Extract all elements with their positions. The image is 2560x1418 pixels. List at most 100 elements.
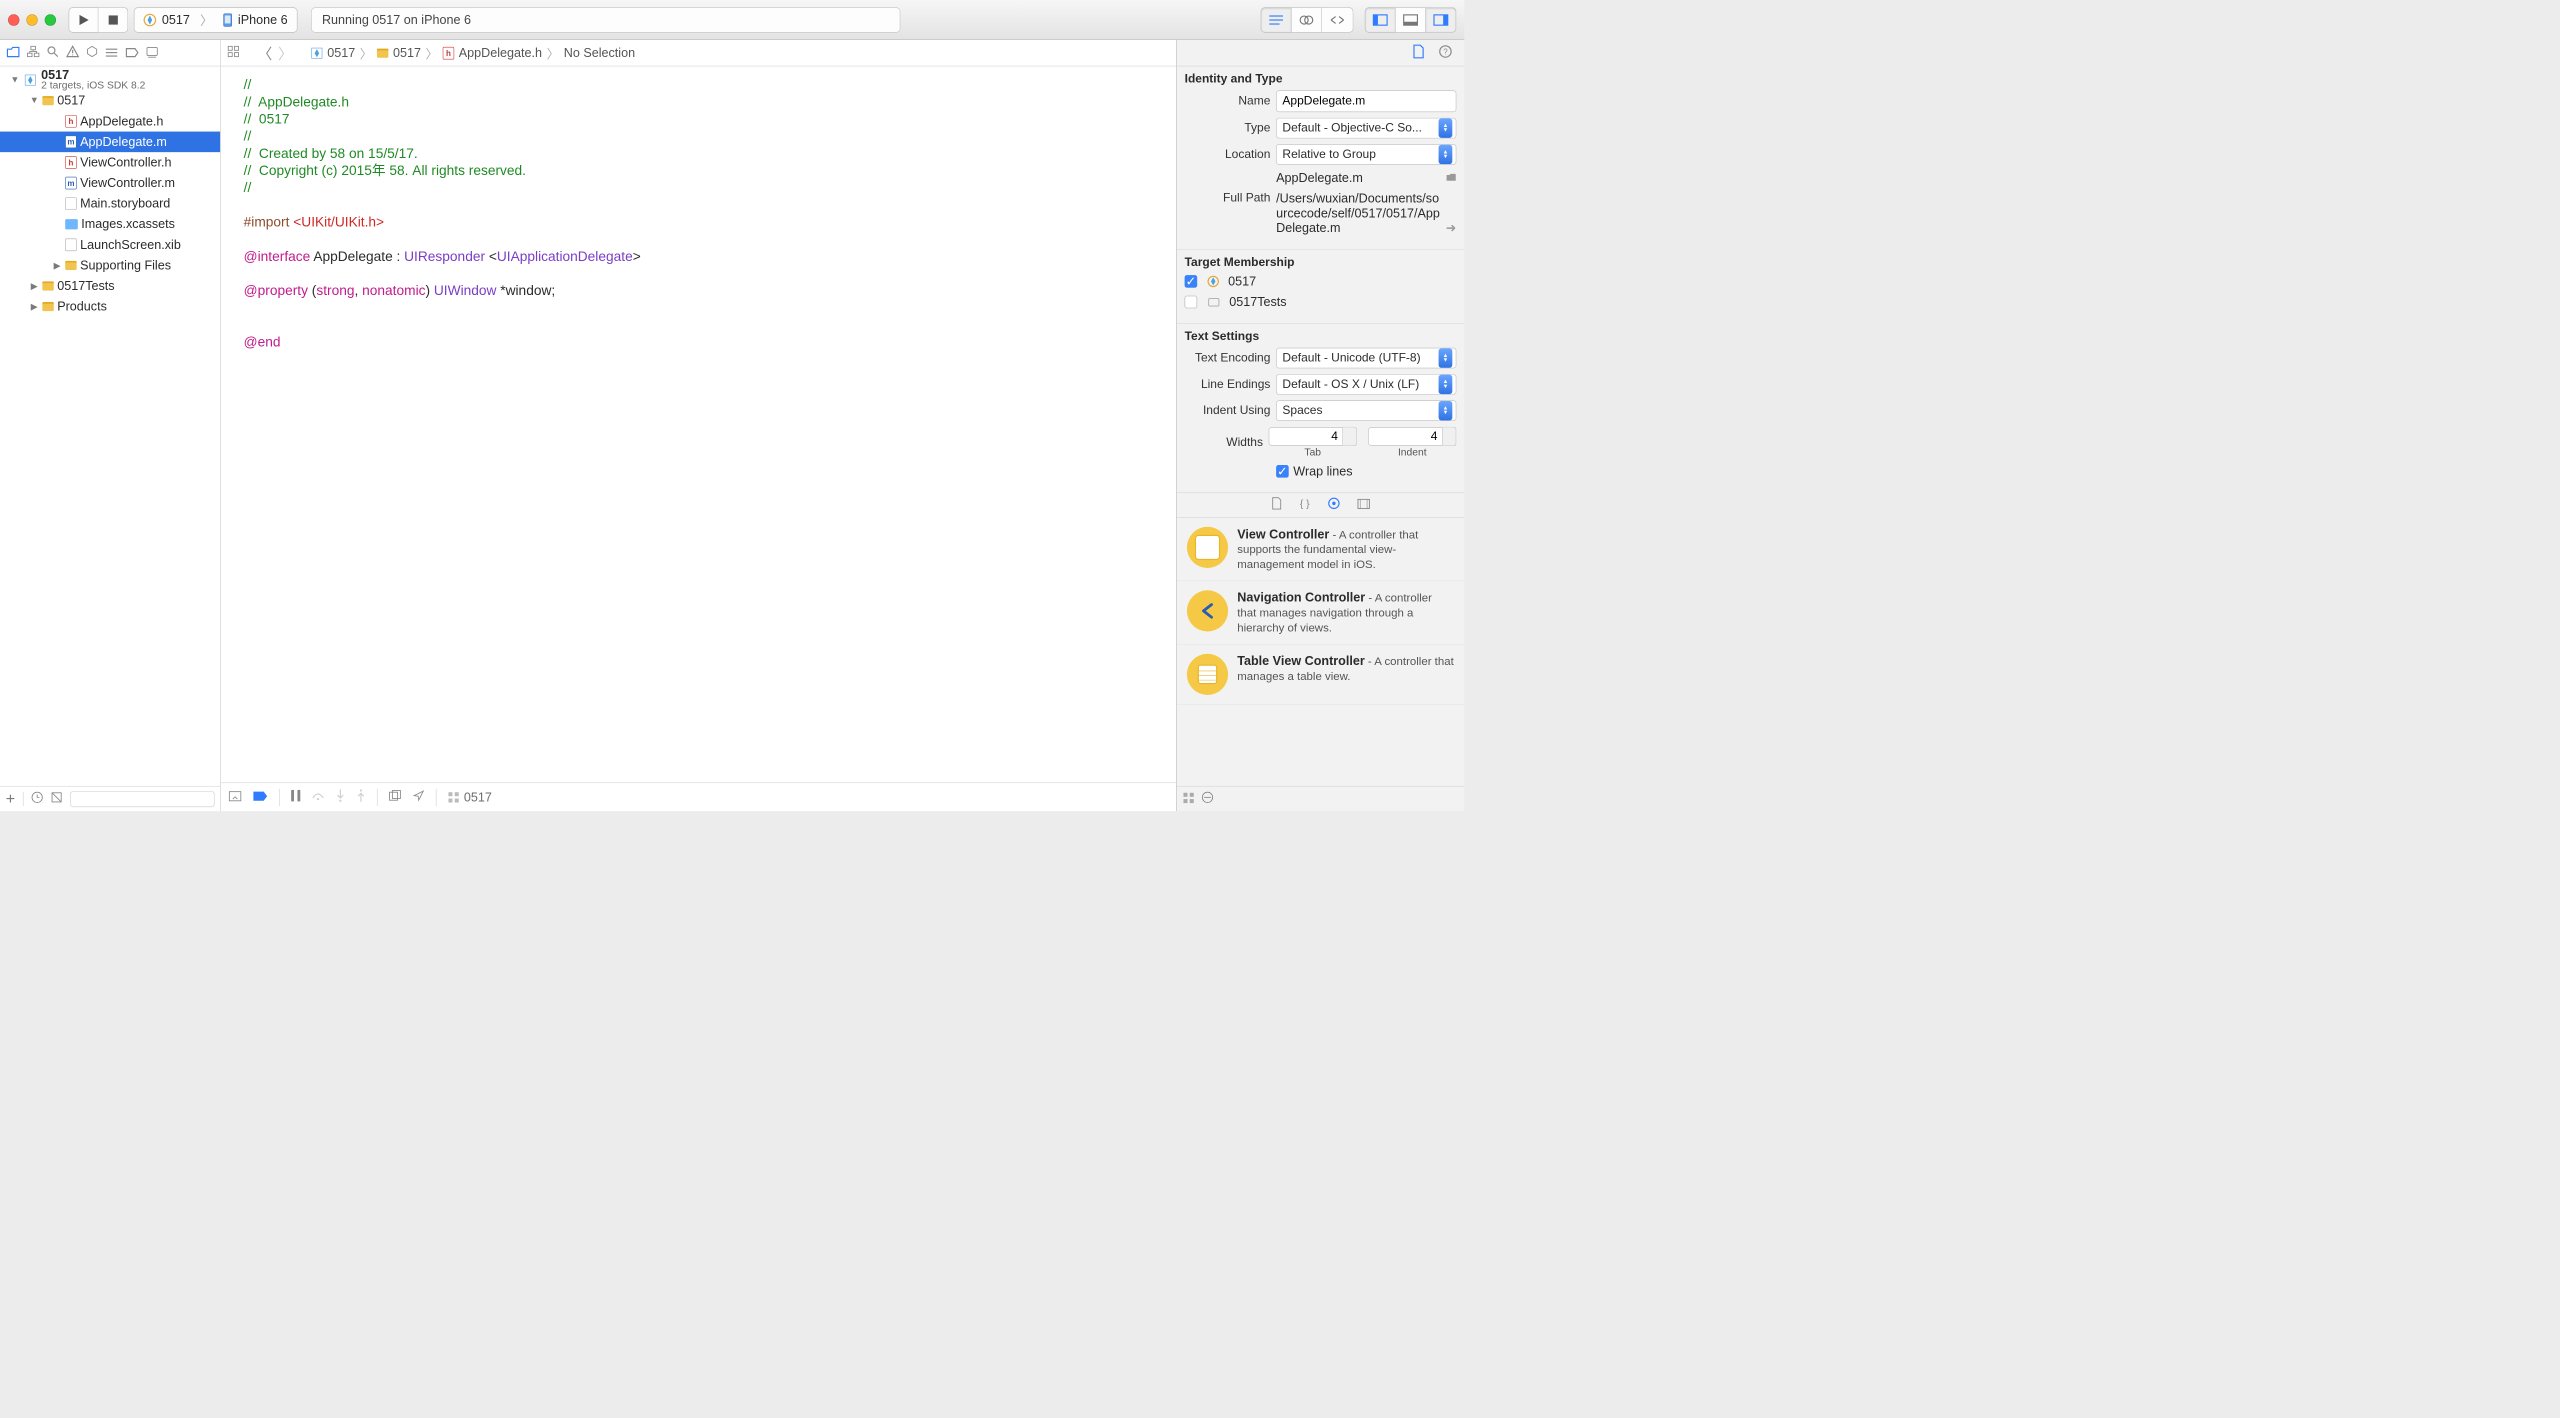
- step-out-button[interactable]: [356, 789, 365, 805]
- pause-button[interactable]: [291, 790, 300, 805]
- assistant-editor-button[interactable]: [1292, 7, 1322, 32]
- stepper-icon[interactable]: [1443, 427, 1457, 446]
- inspector-selector-bar: ?: [1177, 40, 1465, 66]
- stop-button[interactable]: [98, 7, 128, 32]
- code-snippet-library-tab[interactable]: { }: [1299, 498, 1310, 513]
- document-icon: [1413, 44, 1424, 58]
- tree-project-root[interactable]: ▼ 0517 2 targets, iOS SDK 8.2: [0, 70, 220, 91]
- indent-width-field[interactable]: [1368, 427, 1442, 445]
- quick-help-tab[interactable]: ?: [1439, 45, 1452, 61]
- indent-using-select[interactable]: Spaces▲▼: [1276, 400, 1456, 421]
- m-file-icon: m: [65, 177, 76, 190]
- filter-field[interactable]: [71, 791, 215, 807]
- tree-item[interactable]: mAppDelegate.m: [0, 132, 220, 153]
- folder-icon: [42, 96, 53, 105]
- version-editor-button[interactable]: [1322, 7, 1353, 32]
- tree-item[interactable]: Images.xcassets: [0, 214, 220, 235]
- type-select[interactable]: Default - Objective-C So...▲▼: [1276, 118, 1456, 139]
- target-section-header: Target Membership: [1177, 249, 1465, 274]
- media-library-tab[interactable]: [1357, 498, 1370, 513]
- run-button[interactable]: [69, 7, 99, 32]
- library-item[interactable]: Table View Controller - A controller tha…: [1177, 645, 1465, 705]
- project-navigator-tab[interactable]: [7, 45, 20, 60]
- related-items-button[interactable]: [228, 45, 239, 60]
- encoding-label: Text Encoding: [1185, 351, 1271, 365]
- tree-item[interactable]: ▼0517: [0, 90, 220, 111]
- object-library[interactable]: View Controller - A controller that supp…: [1177, 518, 1465, 705]
- library-thumb: [1187, 527, 1228, 568]
- view-debugger-button[interactable]: [389, 790, 402, 805]
- test-navigator-tab[interactable]: [87, 45, 97, 60]
- object-library-tab[interactable]: [1327, 497, 1340, 513]
- indent-sublabel: Indent: [1368, 446, 1456, 458]
- breakpoint-navigator-tab[interactable]: [126, 45, 139, 60]
- forward-button[interactable]: 〉: [278, 42, 293, 63]
- tree-item[interactable]: ▶0517Tests: [0, 276, 220, 297]
- source-editor[interactable]: // // AppDelegate.h // 0517 // // Create…: [221, 66, 1176, 782]
- stepper-icon[interactable]: [1343, 427, 1357, 446]
- back-button[interactable]: 〈: [257, 42, 272, 63]
- disclosure-triangle-icon[interactable]: ▶: [30, 280, 39, 291]
- clock-icon: [32, 791, 43, 802]
- zoom-window-button[interactable]: [45, 14, 56, 25]
- step-into-button[interactable]: [336, 789, 345, 805]
- svg-text:?: ?: [1443, 47, 1448, 56]
- add-button[interactable]: +: [6, 790, 15, 808]
- minimize-window-button[interactable]: [26, 14, 37, 25]
- activity-status: Running 0517 on iPhone 6: [311, 7, 900, 32]
- folder-icon: [377, 48, 388, 57]
- tree-item[interactable]: Main.storyboard: [0, 193, 220, 214]
- reveal-button[interactable]: ➜: [1446, 221, 1457, 236]
- disclosure-triangle-icon[interactable]: ▼: [30, 96, 39, 106]
- toggle-utilities-button[interactable]: [1426, 7, 1456, 32]
- disclosure-triangle-icon[interactable]: ▼: [10, 75, 19, 85]
- test-icon: [87, 45, 97, 56]
- file-template-library-tab[interactable]: [1271, 497, 1281, 513]
- library-item[interactable]: Navigation Controller - A controller tha…: [1177, 581, 1465, 644]
- disclosure-triangle-icon[interactable]: ▶: [53, 260, 62, 271]
- standard-editor-button[interactable]: [1261, 7, 1292, 32]
- line-endings-select[interactable]: Default - OS X / Unix (LF)▲▼: [1276, 374, 1456, 395]
- tree-item[interactable]: ▶Products: [0, 296, 220, 317]
- wrap-lines-checkbox[interactable]: ✓: [1276, 465, 1289, 478]
- tree-item[interactable]: hAppDelegate.h: [0, 111, 220, 132]
- library-item-title: View Controller: [1237, 527, 1329, 541]
- name-field[interactable]: [1276, 90, 1456, 112]
- scm-filter-button[interactable]: [51, 791, 62, 806]
- recent-filter-button[interactable]: [32, 791, 43, 806]
- project-tree[interactable]: ▼ 0517 2 targets, iOS SDK 8.2 ▼0517hAppD…: [0, 66, 220, 786]
- tree-item[interactable]: LaunchScreen.xib: [0, 235, 220, 256]
- encoding-select[interactable]: Default - Unicode (UTF-8)▲▼: [1276, 348, 1456, 369]
- scheme-selector[interactable]: 0517 〉 iPhone 6: [134, 7, 297, 32]
- process-selector[interactable]: 0517: [448, 790, 492, 805]
- step-over-button[interactable]: [312, 790, 325, 805]
- find-navigator-tab[interactable]: [47, 45, 58, 60]
- indent-using-label: Indent Using: [1185, 404, 1271, 418]
- tree-item[interactable]: mViewController.m: [0, 173, 220, 194]
- braces-icon: { }: [1299, 498, 1310, 509]
- breadcrumb[interactable]: 0517 〉 0517 〉 h AppDelegate.h 〉 No Selec…: [311, 44, 635, 62]
- choose-location-button[interactable]: [1446, 170, 1456, 185]
- fullpath-value: /Users/wuxian/Documents/sourcecode/self/…: [1276, 191, 1441, 236]
- file-inspector-tab[interactable]: [1413, 44, 1424, 61]
- report-navigator-tab[interactable]: [146, 45, 157, 60]
- tree-item[interactable]: ▶Supporting Files: [0, 255, 220, 276]
- target-checkbox-0517[interactable]: ✓: [1185, 275, 1198, 288]
- toggle-debug-button[interactable]: [229, 790, 242, 805]
- symbol-navigator-tab[interactable]: [27, 45, 38, 60]
- library-item[interactable]: View Controller - A controller that supp…: [1177, 518, 1465, 581]
- library-list-view-button[interactable]: [1202, 791, 1213, 806]
- library-grid-view-button[interactable]: [1183, 791, 1193, 806]
- location-select[interactable]: Relative to Group▲▼: [1276, 144, 1456, 165]
- tree-item[interactable]: hViewController.h: [0, 152, 220, 173]
- debug-navigator-tab[interactable]: [105, 45, 118, 60]
- disclosure-triangle-icon[interactable]: ▶: [30, 301, 39, 312]
- breakpoints-toggle[interactable]: [253, 790, 268, 805]
- target-checkbox-tests[interactable]: [1185, 296, 1198, 309]
- toggle-navigator-button[interactable]: [1365, 7, 1396, 32]
- toggle-debug-area-button[interactable]: [1396, 7, 1426, 32]
- issue-navigator-tab[interactable]: [66, 45, 79, 60]
- tab-width-field[interactable]: [1269, 427, 1343, 445]
- close-window-button[interactable]: [8, 14, 19, 25]
- simulate-location-button[interactable]: [413, 790, 424, 805]
